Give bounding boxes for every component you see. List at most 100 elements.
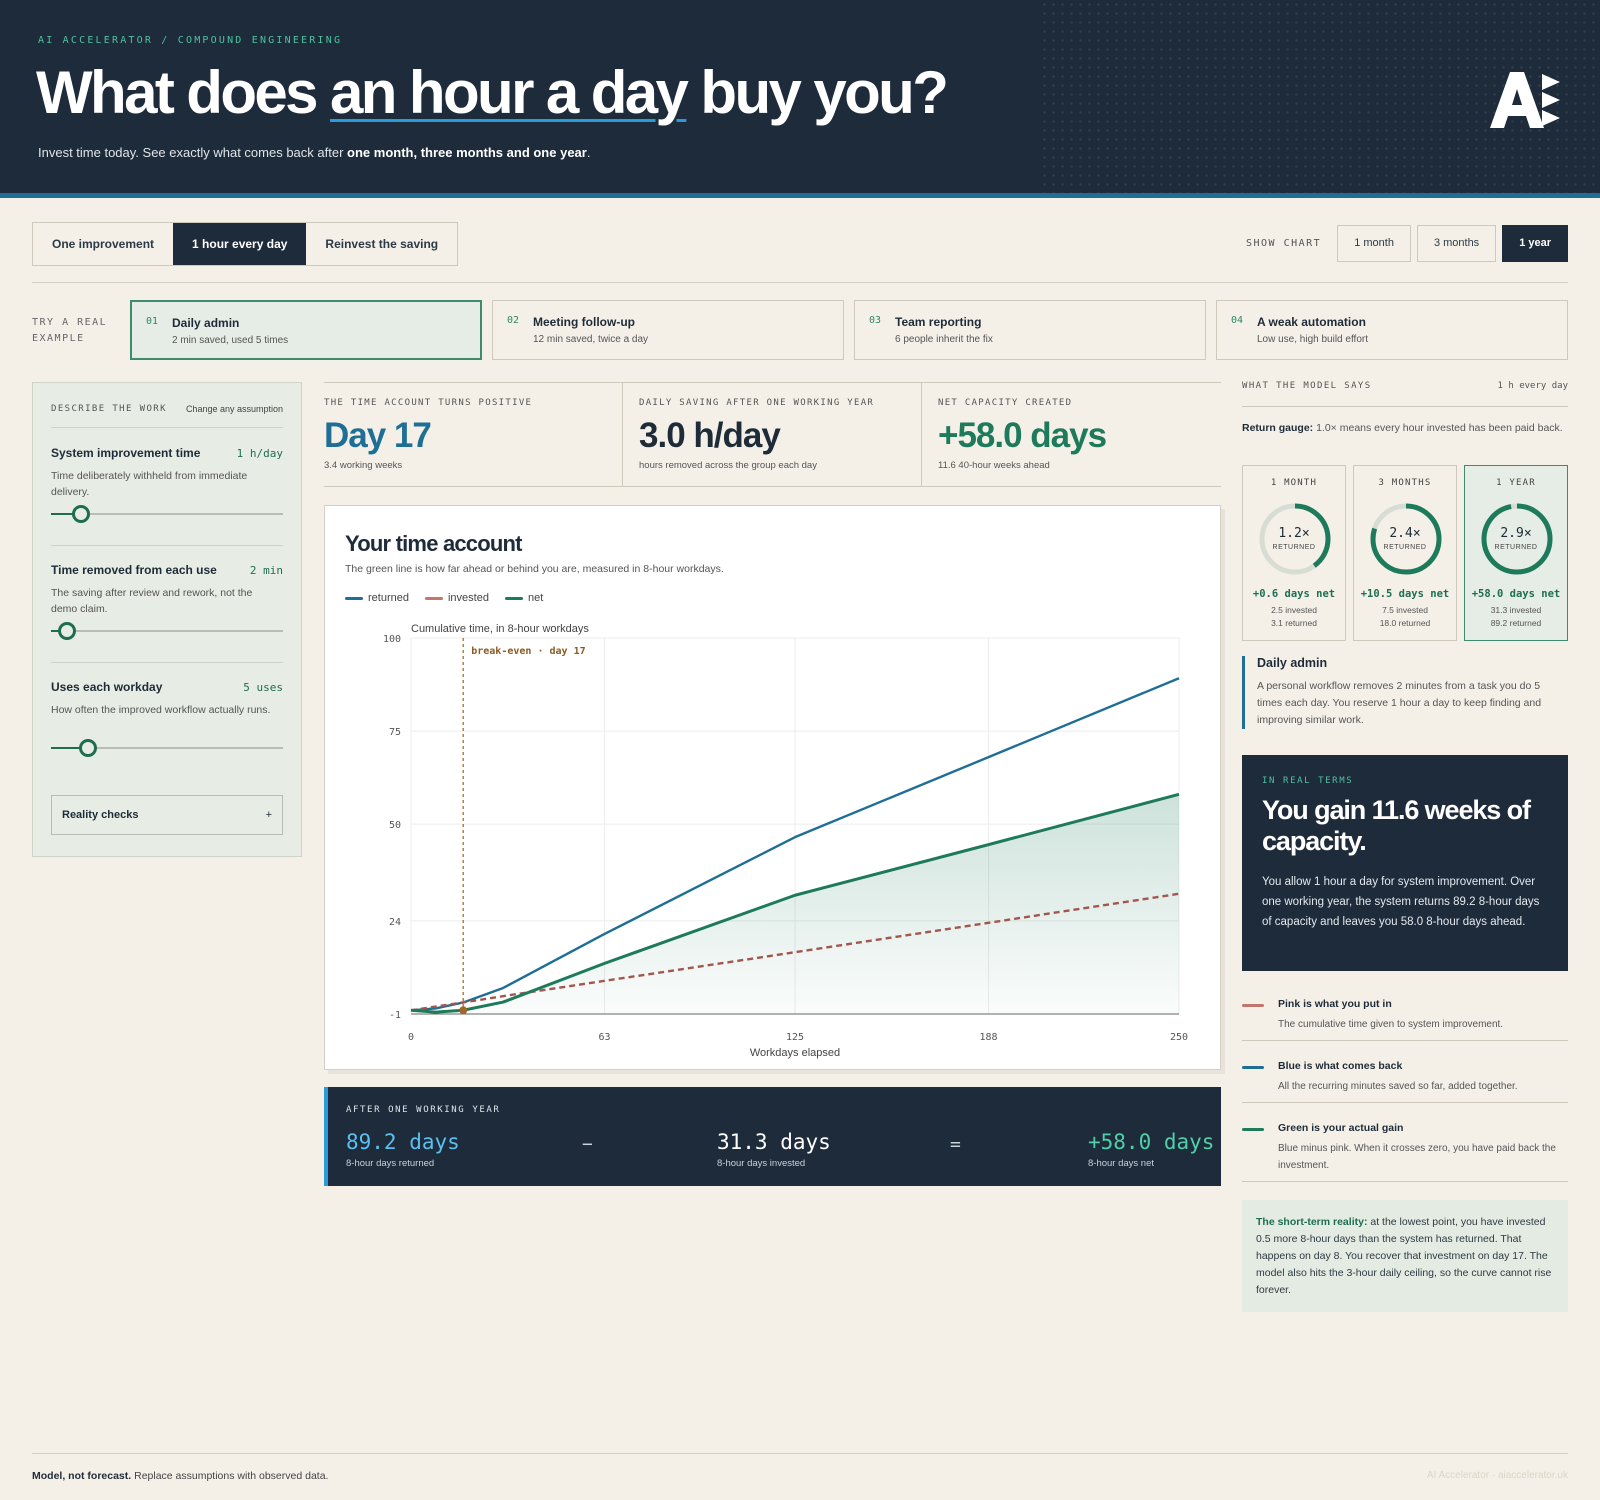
divider: [51, 662, 283, 663]
header-subtitle: Invest time today. See exactly what come…: [38, 145, 591, 160]
key-net: Green is your actual gain Blue minus pin…: [1242, 1122, 1568, 1174]
example-team-reporting[interactable]: 03 Team reporting 6 people inherit the f…: [854, 300, 1206, 360]
field-value: 2 min: [249, 564, 283, 577]
example-meeting-follow-up[interactable]: 02 Meeting follow-up 12 min saved, twice…: [492, 300, 844, 360]
x-tick-label: 188: [980, 1032, 998, 1043]
improvement-time-slider[interactable]: [51, 505, 283, 523]
summary-invested-value: 31.3 days: [717, 1130, 831, 1154]
stat-label: THE TIME ACCOUNT TURNS POSITIVE: [324, 398, 533, 408]
assumptions-panel: DESCRIBE THE WORK Change any assumption …: [32, 382, 302, 857]
gauge-detail: 7.5 invested 18.0 returned: [1379, 605, 1431, 628]
example-daily-admin[interactable]: 01 Daily admin 2 min saved, used 5 times: [130, 300, 482, 360]
stat-sub: 3.4 working weeks: [324, 460, 403, 471]
field-desc: Time deliberately withheld from immediat…: [51, 470, 248, 498]
key-title: Blue is what comes back: [1278, 1060, 1403, 1072]
example-number: 03: [869, 315, 882, 326]
field-desc: How often the improved workflow actually…: [51, 704, 271, 716]
gauge-value: 2.4×: [1389, 526, 1421, 541]
summary-returned-value: 89.2 days: [346, 1130, 460, 1154]
reality-checks-toggle[interactable]: + Reality checks: [51, 795, 283, 835]
divider: [1242, 406, 1568, 407]
field-value: 5 uses: [243, 681, 283, 694]
gauge-returned-label: RETURNED: [1494, 544, 1538, 551]
header-kicker: AI ACCELERATOR / COMPOUND ENGINEERING: [38, 35, 343, 46]
summary-net: +58.0 days 8-hour days net: [1088, 1130, 1214, 1169]
tab-one-improvement[interactable]: One improvement: [33, 223, 173, 265]
gauge-net: +0.6 days net: [1252, 588, 1336, 600]
equals-sign: =: [950, 1134, 961, 1155]
example-number: 04: [1231, 315, 1244, 326]
x-tick-label: 63: [599, 1032, 611, 1043]
gauge-label: 1 MONTH: [1270, 478, 1318, 488]
field-time-removed: Time removed from each use 2 min The sav…: [51, 563, 283, 640]
ai-accelerator-logo: [1490, 72, 1560, 128]
example-title: A weak automation: [1257, 315, 1366, 329]
example-title: Meeting follow-up: [533, 315, 635, 329]
key-desc: Blue minus pink. When it crosses zero, y…: [1278, 1143, 1556, 1171]
key-title: Pink is what you put in: [1278, 998, 1392, 1010]
tab-reinvest-saving[interactable]: Reinvest the saving: [306, 223, 457, 265]
stat-value: Day 17: [324, 416, 432, 455]
break-even-point: [459, 1006, 468, 1015]
divider: [1242, 1181, 1568, 1182]
gauge-returned-label: RETURNED: [1383, 544, 1427, 551]
time-account-card: Your time account The green line is how …: [324, 505, 1221, 1070]
stat-daily-saving: DAILY SAVING AFTER ONE WORKING YEAR 3.0 …: [622, 382, 921, 487]
stat-label: NET CAPACITY CREATED: [938, 398, 1073, 408]
summary-label: AFTER ONE WORKING YEAR: [346, 1105, 501, 1115]
stat-sub: 11.6 40-hour weeks ahead: [938, 460, 1050, 471]
y-tick-label: 100: [383, 634, 401, 645]
gauge-returned-label: RETURNED: [1272, 544, 1316, 551]
stat-value: 3.0 h/day: [639, 416, 781, 455]
footer-divider: [32, 1453, 1568, 1454]
short-term-reality-note: The short-term reality: at the lowest po…: [1242, 1200, 1568, 1312]
tab-hour-every-day[interactable]: 1 hour every day: [173, 223, 307, 265]
field-uses-per-day: Uses each workday 5 uses How often the i…: [51, 680, 283, 757]
example-explainer-desc: A personal workflow removes 2 minutes fr…: [1257, 680, 1542, 726]
example-number: 02: [507, 315, 520, 326]
stat-break-even: THE TIME ACCOUNT TURNS POSITIVE Day 17 3…: [324, 382, 622, 487]
key-returned: Blue is what comes back All the recurrin…: [1242, 1060, 1568, 1095]
examples-label: TRY A REAL EXAMPLE: [32, 317, 108, 344]
gauge-label: 3 MONTHS: [1378, 478, 1432, 488]
y-tick-label: 75: [389, 727, 401, 738]
example-explainer-title: Daily admin: [1257, 656, 1328, 670]
mode-tabs: One improvement 1 hour every day Reinves…: [32, 222, 459, 266]
divider: [1242, 1040, 1568, 1041]
page-title: What does an hour a day buy you?: [36, 59, 949, 126]
panel-title: DESCRIBE THE WORK: [51, 404, 167, 414]
time-account-chart: 0 63 125 188 250 -1 24 50 75 100 Cumulative time, …: [383, 623, 1188, 1059]
stat-value: +58.0 days: [938, 416, 1107, 455]
uses-per-day-slider[interactable]: [51, 739, 283, 757]
slider-handle[interactable]: [72, 505, 91, 523]
gauge-1-year: 1 YEAR 2.9× RETURNED +58.0 days net 31.3…: [1464, 465, 1568, 641]
gauge-label: 1 YEAR: [1496, 478, 1536, 488]
y-tick-label: 24: [389, 917, 401, 928]
real-terms-card: IN REAL TERMS You gain 11.6 weeks of cap…: [1242, 755, 1568, 971]
gauge-value: 2.9×: [1500, 526, 1532, 541]
range-1-year-button[interactable]: 1 year: [1502, 225, 1568, 262]
return-gauges: 1 MONTH 1.2× RETURNED +0.6 days net 2.5 …: [1242, 465, 1568, 641]
panel-hint: Change any assumption: [185, 404, 283, 414]
field-improvement-time: System improvement time 1 h/day Time del…: [51, 446, 283, 523]
range-label: SHOW CHART: [1245, 238, 1322, 249]
line-swatch: [1242, 1066, 1264, 1069]
real-terms-desc: You allow 1 hour a day for system improv…: [1262, 876, 1540, 928]
range-1-month-button[interactable]: 1 month: [1337, 225, 1411, 262]
key-title: Green is your actual gain: [1278, 1122, 1404, 1134]
reality-checks-label: Reality checks: [62, 809, 139, 821]
minus-sign: −: [582, 1134, 593, 1155]
example-desc: 2 min saved, used 5 times: [172, 335, 289, 346]
summary-invested-sub: 8-hour days invested: [717, 1158, 806, 1169]
example-weak-automation[interactable]: 04 A weak automation Low use, high build…: [1216, 300, 1568, 360]
slider-handle[interactable]: [79, 739, 98, 757]
divider: [51, 545, 283, 546]
slider-handle[interactable]: [58, 622, 77, 640]
range-3-months-button[interactable]: 3 months: [1416, 225, 1497, 262]
example-title: Team reporting: [895, 315, 982, 329]
footer-credit: AI Accelerator · aiaccelerator.uk: [1426, 1470, 1568, 1481]
line-swatch: [1242, 1004, 1264, 1007]
footer-note: Model, not forecast. Replace assumptions…: [32, 1470, 329, 1482]
stat-net-capacity: NET CAPACITY CREATED +58.0 days 11.6 40-…: [921, 382, 1221, 487]
time-removed-slider[interactable]: [51, 622, 283, 640]
